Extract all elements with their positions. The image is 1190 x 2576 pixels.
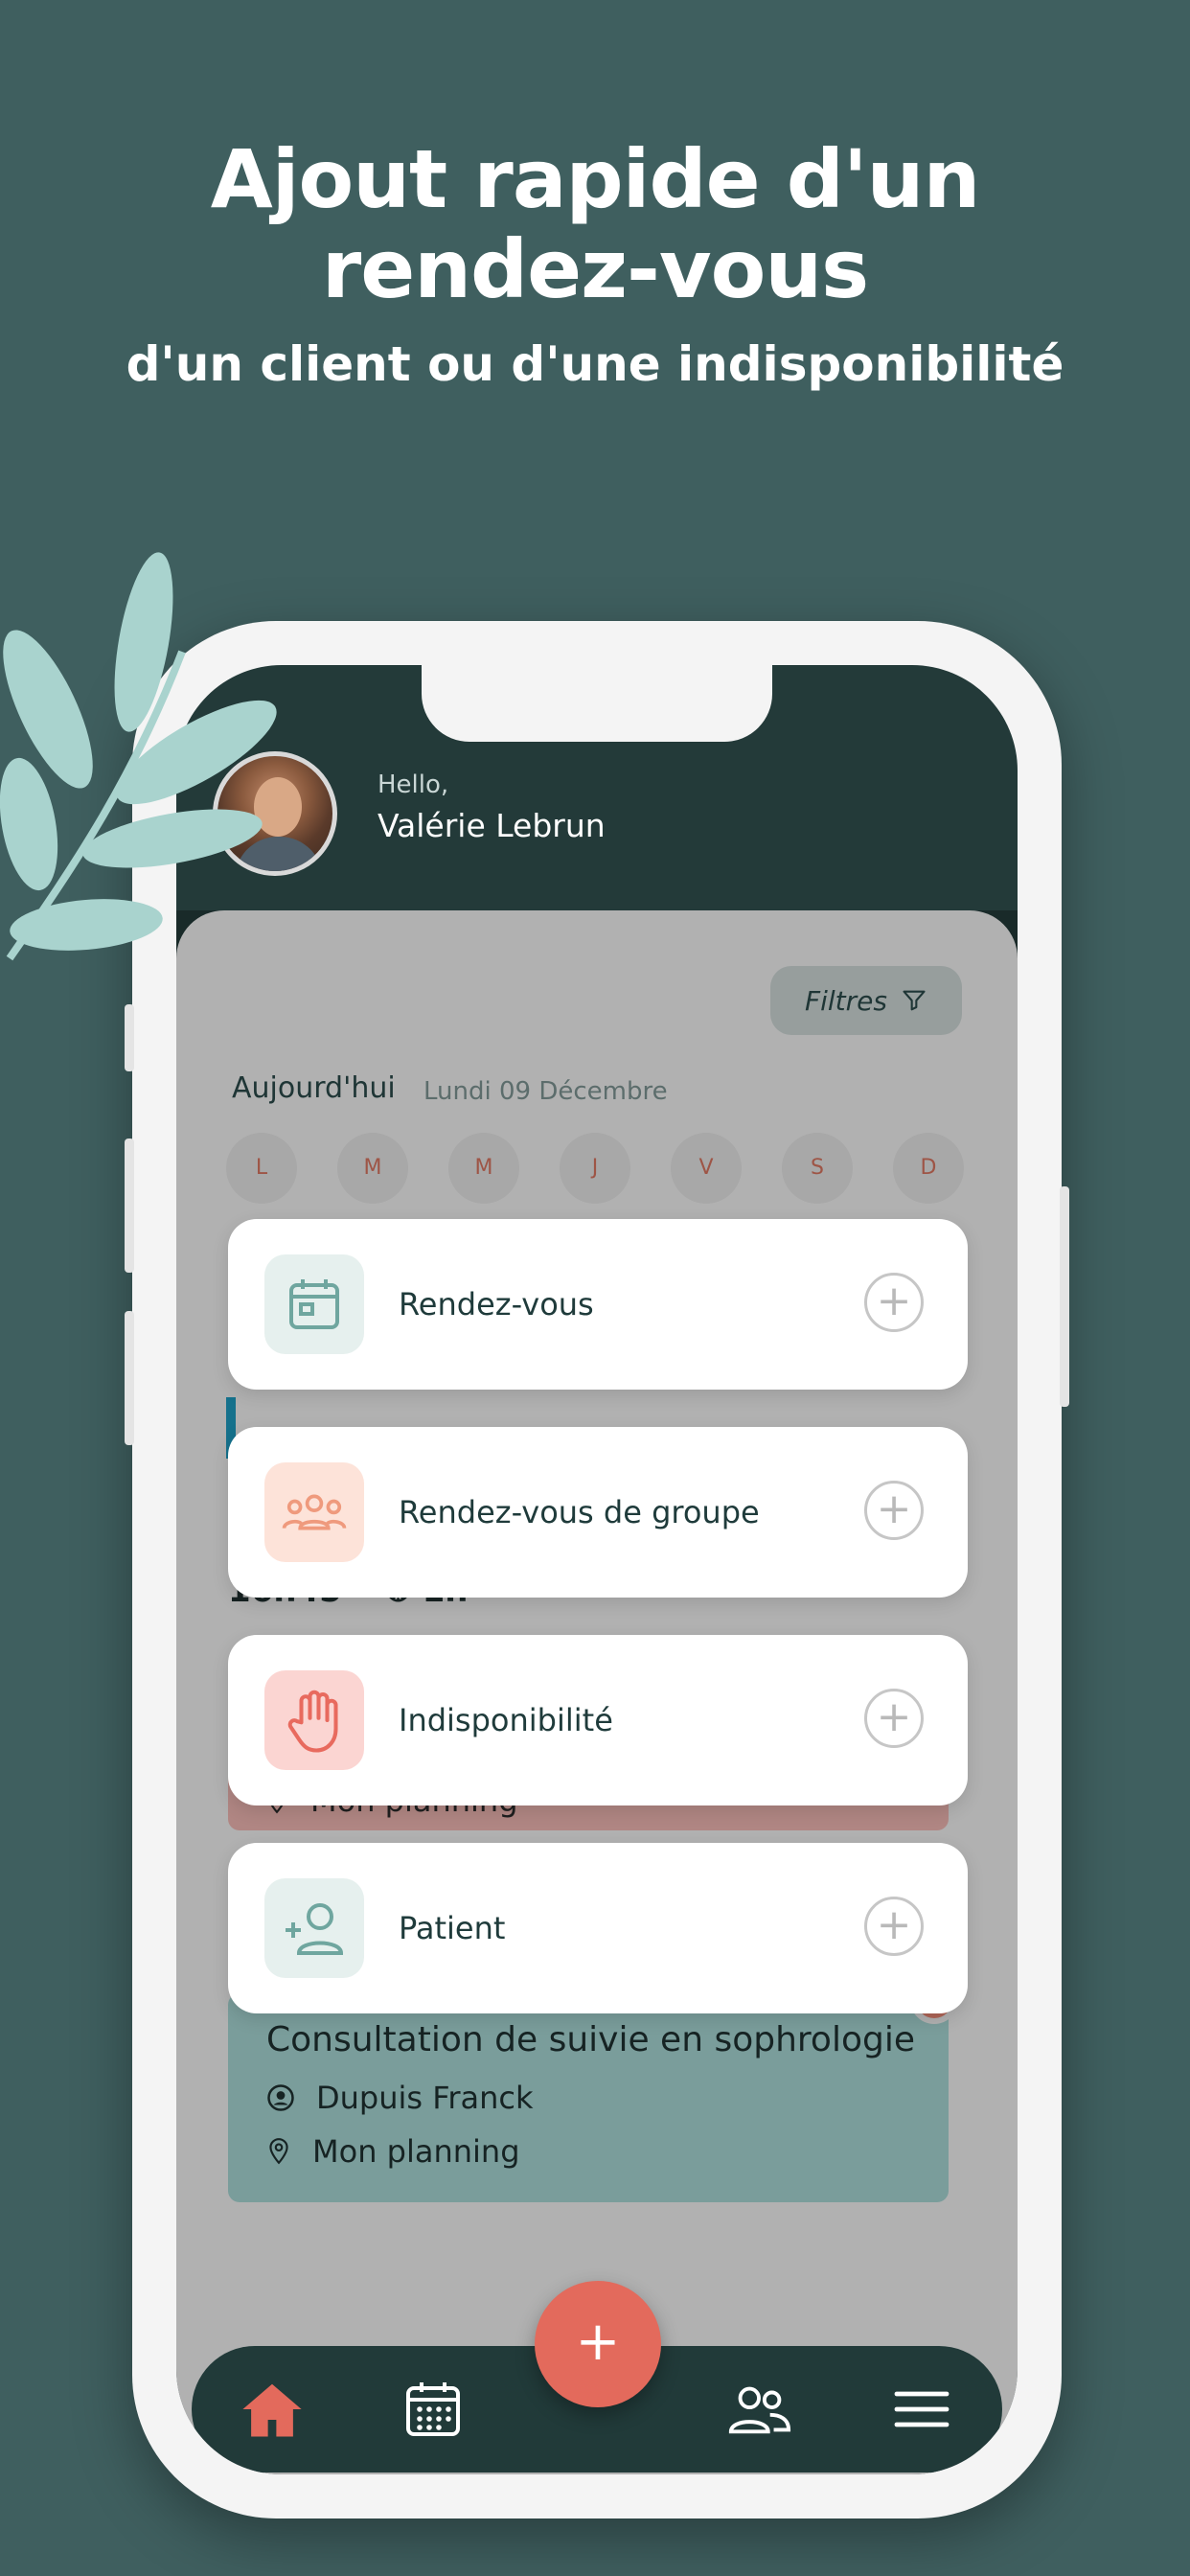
headline-title-line1: Ajout rapide d'un	[210, 132, 981, 226]
home-glyph	[242, 2383, 302, 2437]
phone-power-button	[1060, 1186, 1069, 1407]
user-name: Valérie Lebrun	[378, 807, 606, 844]
leaf-branch-icon	[0, 552, 277, 961]
phone-volume-up	[125, 1138, 134, 1273]
headline-subtitle: d'un client ou d'une indisponibilité	[126, 336, 1064, 392]
calendar-icon	[289, 1279, 339, 1329]
add-unavailability-plus-icon[interactable]: +	[864, 1689, 924, 1748]
home-icon[interactable]	[236, 2373, 309, 2446]
add-fab-button[interactable]: +	[535, 2281, 661, 2407]
patient-icon-box	[264, 1878, 364, 1978]
add-group-appointment-label: Rendez-vous de groupe	[399, 1494, 760, 1530]
add-appointment-label: Rendez-vous	[399, 1286, 594, 1322]
group-icon-box	[264, 1462, 364, 1562]
app-screen: Hello, Valérie Lebrun Filtres Aujourd'hu…	[176, 665, 1018, 2474]
add-group-appointment-plus-icon[interactable]: +	[864, 1481, 924, 1540]
add-unavailability-option[interactable]: Indisponibilité +	[228, 1635, 968, 1806]
users-icon[interactable]	[722, 2373, 795, 2446]
marketing-headline: Ajout rapide d'un rendez-vous d'un clien…	[0, 134, 1190, 393]
menu-icon[interactable]	[885, 2373, 958, 2446]
users-glyph	[728, 2386, 791, 2434]
phone-notch	[422, 665, 772, 742]
greeting: Hello,	[378, 770, 449, 799]
add-user-icon	[286, 1903, 344, 1955]
add-patient-option[interactable]: Patient +	[228, 1843, 968, 2013]
appointment-icon-box	[264, 1254, 364, 1354]
add-patient-label: Patient	[399, 1910, 506, 1946]
phone-mute-switch	[125, 1004, 134, 1071]
headline-title: Ajout rapide d'un rendez-vous	[0, 134, 1190, 314]
group-icon	[282, 1494, 347, 1530]
menu-glyph	[894, 2391, 950, 2427]
calendar-grid-glyph	[406, 2382, 460, 2436]
add-appointment-plus-icon[interactable]: +	[864, 1273, 924, 1332]
calendar-grid-icon[interactable]	[397, 2373, 469, 2446]
add-patient-plus-icon[interactable]: +	[864, 1897, 924, 1956]
headline-title-line2: rendez-vous	[321, 222, 869, 316]
add-group-appointment-option[interactable]: Rendez-vous de groupe +	[228, 1427, 968, 1598]
unavailability-icon-box	[264, 1670, 364, 1770]
phone-volume-down	[125, 1311, 134, 1445]
add-appointment-option[interactable]: Rendez-vous +	[228, 1219, 968, 1390]
add-unavailability-label: Indisponibilité	[399, 1702, 613, 1738]
hand-stop-icon	[287, 1690, 338, 1753]
